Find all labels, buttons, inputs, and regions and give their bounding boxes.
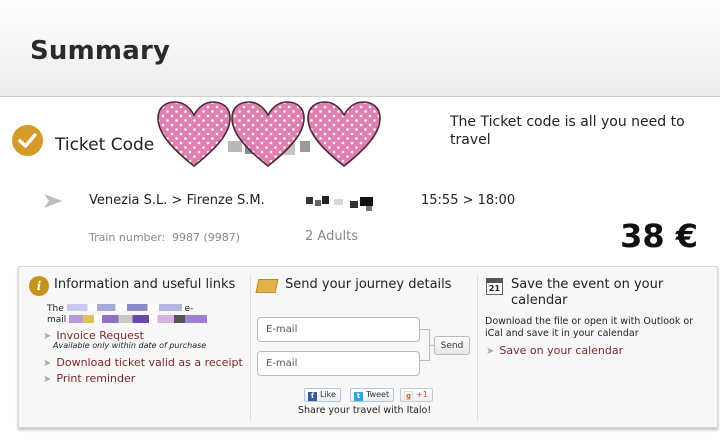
info-icon: i <box>29 276 49 296</box>
ticket-code-label: Ticket Code <box>55 135 155 155</box>
hearts-sticker <box>157 101 381 168</box>
calendar-icon: 21 <box>486 278 503 295</box>
send-button[interactable]: Send <box>434 336 470 355</box>
email-field-2[interactable] <box>257 351 420 376</box>
facebook-icon: f <box>308 392 317 401</box>
share-caption: Share your travel with Italo! <box>298 405 432 416</box>
passengers-count: 2 Adults <box>305 229 359 244</box>
departure-arrival-times: 15:55 > 18:00 <box>421 193 516 208</box>
calendar-description: Download the file or open it with Outloo… <box>485 316 694 339</box>
arrow-right-icon: ➤ <box>43 374 52 385</box>
twitter-icon: t <box>354 392 363 401</box>
arrow-right-icon: ➤ <box>43 331 52 342</box>
arrow-right-icon: ➤ <box>486 346 495 357</box>
field-bracket <box>420 329 430 361</box>
arrow-right-icon <box>43 193 63 213</box>
calendar-section-title: Save the event on your calendar <box>511 277 664 308</box>
redacted-email <box>69 315 208 323</box>
tweet-button[interactable]: t Tweet <box>350 388 395 402</box>
train-number-value: 9987 (9987) <box>172 231 241 244</box>
route-text: Venezia S.L. > Firenze S.M. <box>89 193 265 208</box>
info-message: The e- mail <box>47 304 247 326</box>
google-plus-icon: g <box>404 391 413 400</box>
save-calendar-link[interactable]: ➤ Save on your calendar <box>486 344 623 357</box>
train-number-label: Train number: <box>89 231 166 244</box>
arrow-right-icon: ➤ <box>43 358 52 369</box>
send-section-title: Send your journey details <box>285 277 452 292</box>
page-title: Summary <box>30 36 171 66</box>
email-field-1[interactable] <box>257 317 420 342</box>
column-divider <box>477 275 478 421</box>
info-section-title: Information and useful links <box>54 277 236 292</box>
page-header: Summary <box>0 0 720 97</box>
ticket-code-note: The Ticket code is all you need to trave… <box>450 114 685 148</box>
redacted-text <box>66 304 182 311</box>
info-message-start: The <box>47 304 64 314</box>
invoice-note: Available only within date of purchase <box>53 341 207 350</box>
download-receipt-link[interactable]: ➤ Download ticket valid as a receipt <box>43 356 243 369</box>
column-divider <box>250 275 251 421</box>
print-reminder-link[interactable]: ➤ Print reminder <box>43 372 135 385</box>
actions-panel: i Information and useful links The e- ma… <box>18 266 718 428</box>
total-price: 38 € <box>620 217 698 255</box>
check-circle-icon <box>12 125 43 156</box>
info-message-line2: mail <box>47 315 67 325</box>
google-plus-button[interactable]: g +1 <box>400 388 433 402</box>
envelope-icon <box>255 279 279 293</box>
facebook-like-button[interactable]: f Like <box>304 388 341 402</box>
